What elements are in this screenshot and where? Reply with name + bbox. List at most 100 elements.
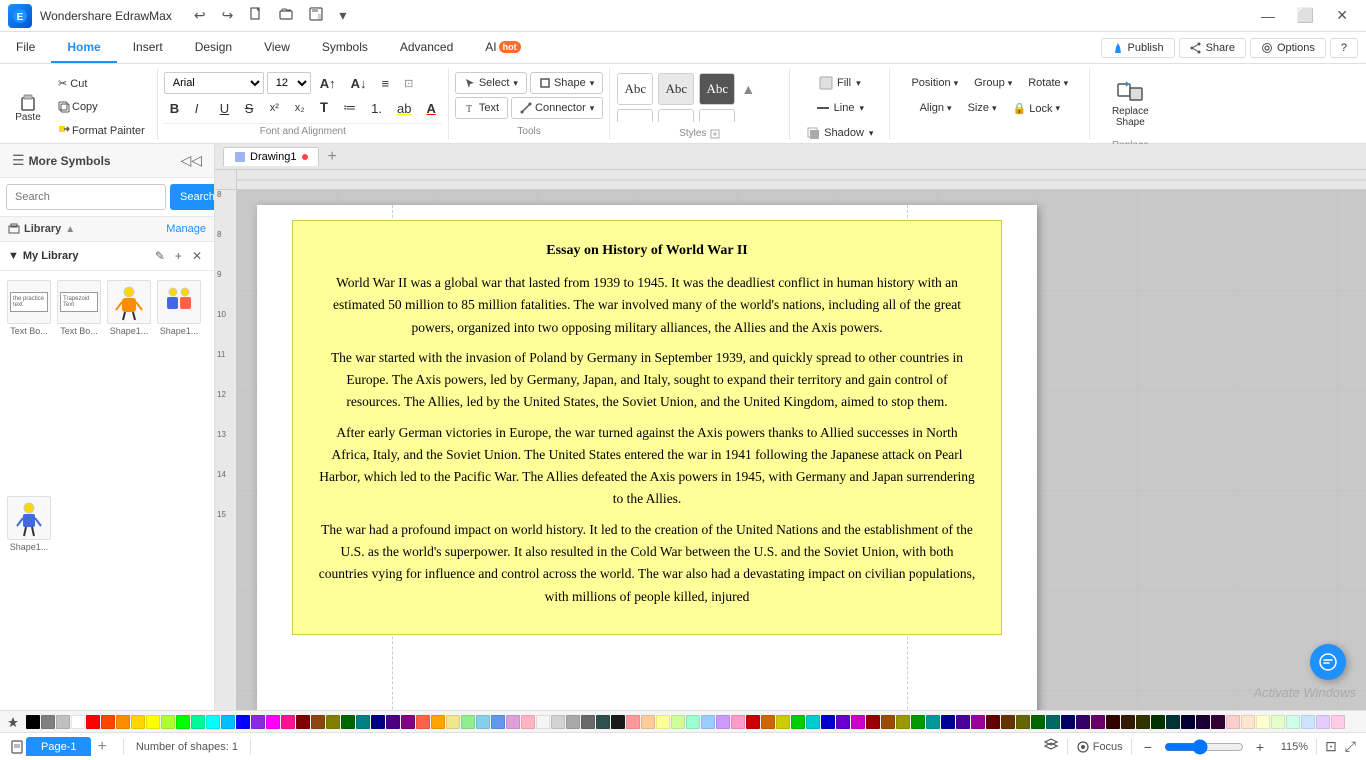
color-swatch[interactable]: [236, 715, 250, 729]
style-box-1[interactable]: Abc: [617, 73, 653, 105]
line-button[interactable]: Line ▾: [810, 97, 870, 119]
shape-item-3[interactable]: Shape1...: [106, 277, 152, 489]
color-swatch[interactable]: [386, 715, 400, 729]
color-swatch[interactable]: [146, 715, 160, 729]
color-swatch[interactable]: [1271, 715, 1285, 729]
color-swatch[interactable]: [836, 715, 850, 729]
paste-button[interactable]: Paste: [6, 83, 50, 131]
my-library-close-button[interactable]: ✕: [188, 247, 206, 265]
select-button[interactable]: Select ▾: [455, 72, 527, 94]
color-swatch[interactable]: [971, 715, 985, 729]
color-swatch[interactable]: [176, 715, 190, 729]
color-swatch[interactable]: [671, 715, 685, 729]
color-swatch[interactable]: [326, 715, 340, 729]
color-swatch[interactable]: [611, 715, 625, 729]
add-drawing-button[interactable]: +: [323, 148, 340, 166]
font-color-button[interactable]: A: [420, 97, 441, 119]
color-swatch[interactable]: [311, 715, 325, 729]
color-swatch[interactable]: [1046, 715, 1060, 729]
color-swatch[interactable]: [1166, 715, 1180, 729]
format-painter-button[interactable]: Format Painter: [52, 120, 151, 142]
color-swatch[interactable]: [656, 715, 670, 729]
color-swatch[interactable]: [431, 715, 445, 729]
color-swatch[interactable]: [701, 715, 715, 729]
size-button[interactable]: Size ▾: [962, 97, 1003, 119]
color-swatch[interactable]: [1106, 715, 1120, 729]
my-library-title[interactable]: ▼ My Library: [8, 250, 151, 262]
styles-scroll-down[interactable]: ▼: [739, 108, 757, 122]
color-swatch[interactable]: [206, 715, 220, 729]
color-swatch[interactable]: [251, 715, 265, 729]
color-swatch[interactable]: [716, 715, 730, 729]
style-box-4[interactable]: [617, 109, 653, 122]
canvas-viewport[interactable]: Essay on History of World War II World W…: [237, 190, 1366, 710]
align-button[interactable]: ≡: [376, 72, 396, 94]
color-swatch[interactable]: [371, 715, 385, 729]
zoom-in-button[interactable]: +: [1252, 737, 1268, 757]
menu-insert[interactable]: Insert: [117, 32, 179, 63]
color-swatch[interactable]: [1001, 715, 1015, 729]
minimize-button[interactable]: —: [1251, 5, 1285, 26]
position-button[interactable]: Position ▾: [905, 72, 964, 94]
open-button[interactable]: [273, 5, 299, 26]
color-swatch[interactable]: [56, 715, 70, 729]
font-size-select[interactable]: 1011121416: [267, 72, 311, 94]
undo-button[interactable]: ↩: [188, 5, 212, 26]
text-placeholder-button[interactable]: 𝐓: [314, 97, 334, 119]
menu-view[interactable]: View: [248, 32, 306, 63]
ai-chat-button[interactable]: [1310, 644, 1346, 680]
color-swatch[interactable]: [1286, 715, 1300, 729]
panel-collapse-right-button[interactable]: ◁◁: [176, 150, 206, 171]
fullscreen-button[interactable]: ⤢: [1345, 738, 1356, 755]
color-swatch[interactable]: [746, 715, 760, 729]
cut-button[interactable]: ✂ Cut: [52, 72, 151, 94]
color-swatch[interactable]: [401, 715, 415, 729]
fill-button[interactable]: Fill ▾: [813, 72, 867, 94]
menu-design[interactable]: Design: [179, 32, 248, 63]
color-swatch[interactable]: [491, 715, 505, 729]
more-font-button[interactable]: ⊡: [398, 72, 419, 94]
add-page-button[interactable]: +: [93, 738, 110, 756]
italic-button[interactable]: I: [189, 97, 211, 119]
options-button[interactable]: Options: [1250, 38, 1326, 58]
color-swatch[interactable]: [461, 715, 475, 729]
color-swatch[interactable]: [191, 715, 205, 729]
color-swatch[interactable]: [356, 715, 370, 729]
color-swatch[interactable]: [221, 715, 235, 729]
menu-symbols[interactable]: Symbols: [306, 32, 384, 63]
menu-home[interactable]: Home: [51, 32, 116, 63]
style-box-5[interactable]: [658, 109, 694, 122]
color-swatch[interactable]: [1316, 715, 1330, 729]
color-swatch[interactable]: [1226, 715, 1240, 729]
help-button[interactable]: ?: [1330, 38, 1358, 58]
color-swatch[interactable]: [941, 715, 955, 729]
underline-button[interactable]: U: [214, 97, 236, 119]
search-input[interactable]: [6, 184, 166, 210]
color-swatch[interactable]: [566, 715, 580, 729]
color-swatch[interactable]: [536, 715, 550, 729]
color-swatch[interactable]: [1031, 715, 1045, 729]
color-swatch[interactable]: [791, 715, 805, 729]
text-tool-button[interactable]: T Text: [455, 97, 508, 119]
save-button[interactable]: [303, 5, 329, 26]
manage-link[interactable]: Manage: [166, 223, 206, 235]
color-swatch[interactable]: [806, 715, 820, 729]
drawing-tab-1[interactable]: Drawing1: [223, 147, 319, 166]
numbered-list-button[interactable]: 1.: [365, 97, 388, 119]
close-button[interactable]: ✕: [1326, 5, 1358, 26]
color-swatch[interactable]: [1136, 715, 1150, 729]
search-button[interactable]: Search: [170, 184, 215, 210]
color-swatch[interactable]: [266, 715, 280, 729]
font-name-select[interactable]: ArialTimes New RomanCalibri: [164, 72, 264, 94]
color-swatch[interactable]: [851, 715, 865, 729]
panel-collapse-button[interactable]: ☰: [8, 150, 29, 171]
zoom-out-button[interactable]: −: [1140, 737, 1156, 757]
share-button[interactable]: Share: [1179, 38, 1246, 58]
redo-button[interactable]: ↪: [216, 5, 240, 26]
color-swatch[interactable]: [1151, 715, 1165, 729]
color-swatch[interactable]: [581, 715, 595, 729]
color-swatch[interactable]: [1256, 715, 1270, 729]
color-swatch[interactable]: [626, 715, 640, 729]
more-actions-button[interactable]: ▾: [333, 5, 352, 26]
menu-file[interactable]: File: [0, 32, 51, 63]
